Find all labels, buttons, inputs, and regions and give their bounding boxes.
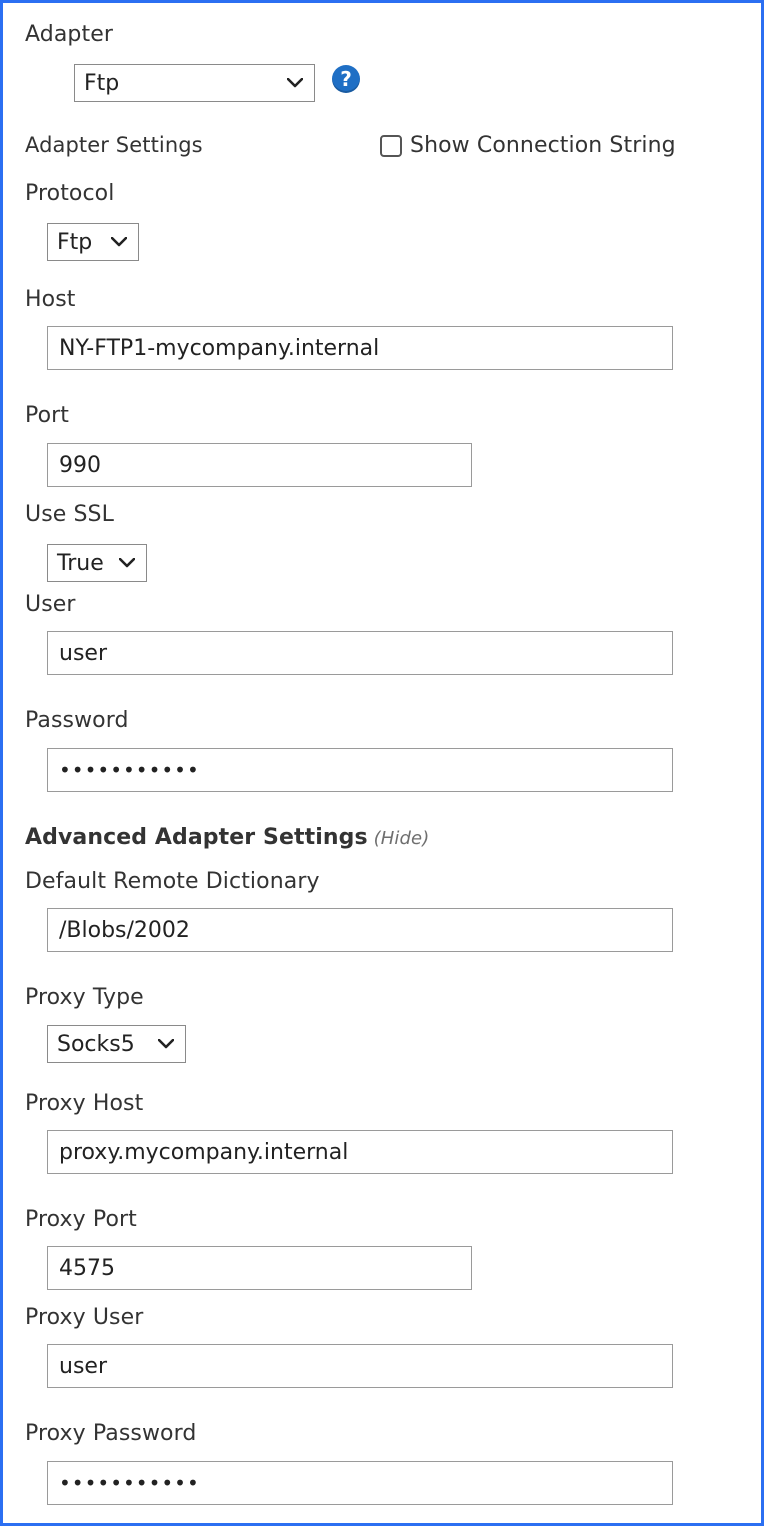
proxy-type-label: Proxy Type — [25, 985, 144, 1010]
hide-advanced-link[interactable]: (Hide) — [374, 828, 430, 849]
proxy-password-label: Proxy Password — [25, 1421, 197, 1446]
proxy-host-input[interactable]: proxy.mycompany.internal — [47, 1130, 673, 1174]
chevron-down-icon — [286, 74, 304, 92]
use-ssl-select-value: True — [57, 550, 104, 576]
show-connection-string-checkbox[interactable] — [380, 135, 402, 157]
proxy-type-select[interactable]: Socks5 — [47, 1025, 186, 1063]
adapter-settings-label: Adapter Settings — [25, 133, 203, 157]
user-input[interactable]: user — [47, 631, 673, 675]
use-ssl-select[interactable]: True — [47, 544, 147, 582]
default-remote-dictionary-label: Default Remote Dictionary — [25, 869, 320, 894]
proxy-type-select-value: Socks5 — [57, 1031, 135, 1057]
user-label: User — [25, 592, 76, 617]
host-label: Host — [25, 287, 76, 312]
adapter-label: Adapter — [25, 22, 113, 47]
port-label: Port — [25, 403, 70, 428]
chevron-down-icon — [118, 554, 136, 572]
use-ssl-label: Use SSL — [25, 502, 114, 527]
chevron-down-icon — [157, 1035, 175, 1053]
protocol-select[interactable]: Ftp — [47, 223, 139, 261]
adapter-select-value: Ftp — [84, 70, 120, 96]
chevron-down-icon — [110, 233, 128, 251]
protocol-label: Protocol — [25, 181, 115, 206]
proxy-user-label: Proxy User — [25, 1305, 144, 1330]
proxy-port-label: Proxy Port — [25, 1207, 137, 1232]
advanced-settings-title: Advanced Adapter Settings (Hide) — [25, 825, 429, 850]
protocol-select-value: Ftp — [57, 229, 93, 255]
password-label: Password — [25, 708, 129, 733]
proxy-host-label: Proxy Host — [25, 1091, 144, 1116]
proxy-password-input[interactable]: ••••••••••• — [47, 1461, 673, 1505]
proxy-user-input[interactable]: user — [47, 1344, 673, 1388]
port-input[interactable]: 990 — [47, 443, 472, 487]
help-question-icon[interactable]: ? — [332, 65, 360, 93]
adapter-select[interactable]: Ftp — [74, 64, 315, 102]
password-input[interactable]: ••••••••••• — [47, 748, 673, 792]
show-connection-string-label[interactable]: Show Connection String — [410, 133, 676, 158]
host-input[interactable]: NY-FTP1-mycompany.internal — [47, 326, 673, 370]
default-remote-dictionary-input[interactable]: /Blobs/2002 — [47, 908, 673, 952]
advanced-settings-title-text: Advanced Adapter Settings — [25, 825, 368, 850]
proxy-port-input[interactable]: 4575 — [47, 1246, 472, 1290]
